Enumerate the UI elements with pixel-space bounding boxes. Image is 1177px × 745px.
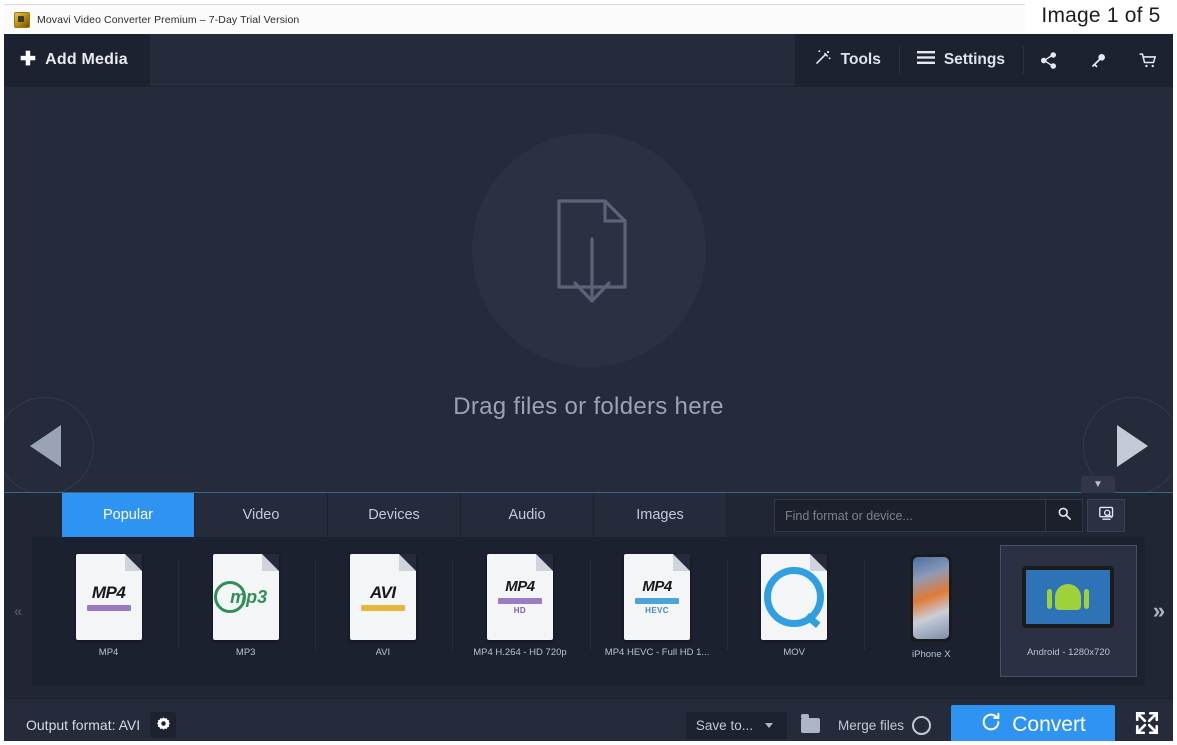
tab-images-label: Images (636, 507, 684, 523)
mp4-file-icon: MP4 (75, 554, 142, 640)
android-device-icon (1022, 566, 1115, 628)
tab-audio[interactable]: Audio (461, 493, 594, 537)
gear-icon (156, 716, 171, 734)
app-icon (14, 11, 30, 28)
avi-file-icon: AVI (349, 554, 416, 640)
share-icon (1039, 51, 1058, 70)
iphone-device-icon (910, 554, 953, 642)
mov-file-icon (761, 554, 828, 640)
tab-video[interactable]: Video (195, 493, 328, 537)
output-format: Output format: AVI (26, 712, 177, 738)
search-icon (1057, 506, 1072, 526)
browse-folder-button[interactable] (800, 713, 820, 733)
format-search (774, 499, 1125, 532)
fullscreen-icon (1134, 710, 1160, 741)
save-to-dropdown[interactable]: Save to... (685, 711, 787, 739)
format-tile-mp4[interactable]: MP4 MP4 (40, 545, 177, 677)
tab-video-label: Video (242, 507, 280, 523)
tab-audio-label: Audio (508, 507, 546, 523)
merge-files-toggle[interactable]: Merge files (837, 715, 931, 735)
scroll-left-button[interactable]: « (4, 537, 32, 685)
format-tile-label: Android - 1280x720 (1026, 647, 1110, 658)
tools-button[interactable]: Tools (795, 34, 899, 86)
collapse-panel-button[interactable]: ▼ (1081, 476, 1115, 493)
format-tile-label: MOV (783, 647, 805, 658)
format-tile-android[interactable]: Android - 1280x720 (999, 545, 1137, 677)
mp3-file-icon: mp3 (212, 554, 279, 640)
add-media-button[interactable]: ✚ Add Media (4, 34, 150, 86)
save-to-label: Save to... (695, 717, 753, 733)
format-tile-label: MP4 (98, 647, 119, 658)
window-titlebar: Movavi Video Converter Premium – 7-Day T… (4, 4, 1173, 34)
tab-devices[interactable]: Devices (328, 493, 461, 537)
settings-label: Settings (943, 51, 1005, 68)
format-tile-mp4-hevc[interactable]: MP4 HEVC MP4 HEVC - Full HD 1... (589, 545, 726, 677)
image-counter-label: Image 1 of 5 (1041, 4, 1161, 27)
drop-circle (471, 132, 706, 367)
key-icon (1089, 51, 1108, 70)
magic-wand-icon (813, 48, 832, 72)
settings-button[interactable]: Settings (898, 34, 1023, 86)
scroll-right-button[interactable]: » (1145, 537, 1173, 685)
chevron-double-right-icon: » (1152, 598, 1166, 623)
device-search-button[interactable] (1087, 499, 1125, 532)
format-tile-label: MP3 (235, 647, 256, 658)
app-screenshot: Image 1 of 5 Movavi Video Converter Prem… (0, 0, 1177, 745)
arrow-left-icon (29, 425, 61, 467)
device-search-icon (1098, 505, 1115, 527)
format-panel: ▼ Popular Video Devices Audio Images Fin… (4, 476, 1173, 698)
previous-button[interactable] (4, 397, 94, 495)
fullscreen-button[interactable] (1127, 705, 1167, 741)
format-tile-label: MP4 H.264 - HD 720p (473, 647, 567, 658)
hamburger-icon (916, 50, 935, 71)
output-format-label: Output format: AVI (26, 717, 141, 733)
arrow-right-icon (1116, 425, 1148, 467)
mp4-hd-file-icon: MP4 HD (486, 554, 553, 640)
format-tile-label: MP4 HEVC - Full HD 1... (604, 647, 710, 658)
format-tile-avi[interactable]: AVI AVI (314, 545, 451, 677)
format-tile-label: iPhone X (912, 649, 951, 660)
tools-label: Tools (840, 51, 881, 68)
add-media-label: Add Media (45, 51, 128, 68)
toggle-off-icon (912, 715, 931, 735)
activate-key-button[interactable] (1073, 34, 1123, 86)
chevron-down-icon (764, 722, 773, 728)
merge-files-label: Merge files (837, 717, 904, 733)
format-tile-mp3[interactable]: mp3 MP3 (177, 545, 314, 677)
app-window: ✚ Add Media Tools Settings Drag files or… (4, 34, 1173, 741)
format-tile-label: AVI (375, 647, 391, 658)
bottom-bar: Output format: AVI Save to... Merge file… (4, 698, 1173, 741)
format-tiles: « MP4 MP4 mp3 MP3 AVI AVI MP4 HD MP4 H.2… (14, 537, 1165, 685)
cart-button[interactable] (1123, 34, 1173, 86)
drop-zone-label: Drag files or folders here (453, 392, 724, 420)
chevron-down-icon: ▼ (1093, 478, 1103, 490)
mp4-hevc-file-icon: MP4 HEVC (624, 554, 691, 640)
search-button[interactable] (1045, 499, 1083, 532)
tab-devices-label: Devices (368, 507, 420, 523)
chevron-double-left-icon: « (13, 602, 23, 620)
tab-popular-label: Popular (103, 507, 153, 523)
convert-label: Convert (1012, 713, 1086, 736)
convert-button[interactable]: Convert (951, 705, 1115, 741)
search-input[interactable] (774, 499, 1045, 532)
image-counter: Image 1 of 5 (1025, 0, 1177, 32)
cart-icon (1138, 51, 1158, 70)
format-tile-mov[interactable]: MOV (726, 545, 863, 677)
format-tile-mp4-h264-hd[interactable]: MP4 HD MP4 H.264 - HD 720p (451, 545, 588, 677)
toolbar-icon-group (1023, 34, 1173, 86)
window-title: Movavi Video Converter Premium – 7-Day T… (37, 13, 300, 26)
tab-images[interactable]: Images (594, 493, 727, 537)
refresh-icon (980, 711, 1002, 739)
format-tabs: Popular Video Devices Audio Images (4, 493, 1173, 537)
top-toolbar: ✚ Add Media Tools Settings (4, 34, 1173, 87)
format-tile-iphone-x[interactable]: iPhone X (863, 545, 1000, 677)
drop-zone[interactable]: Drag files or folders here (4, 87, 1173, 495)
output-settings-button[interactable] (150, 712, 177, 738)
toolbar-right-group: Tools Settings (794, 34, 1173, 86)
file-download-icon (533, 183, 645, 316)
tab-popular[interactable]: Popular (62, 493, 195, 537)
plus-icon: ✚ (20, 48, 37, 70)
share-button[interactable] (1023, 34, 1073, 86)
